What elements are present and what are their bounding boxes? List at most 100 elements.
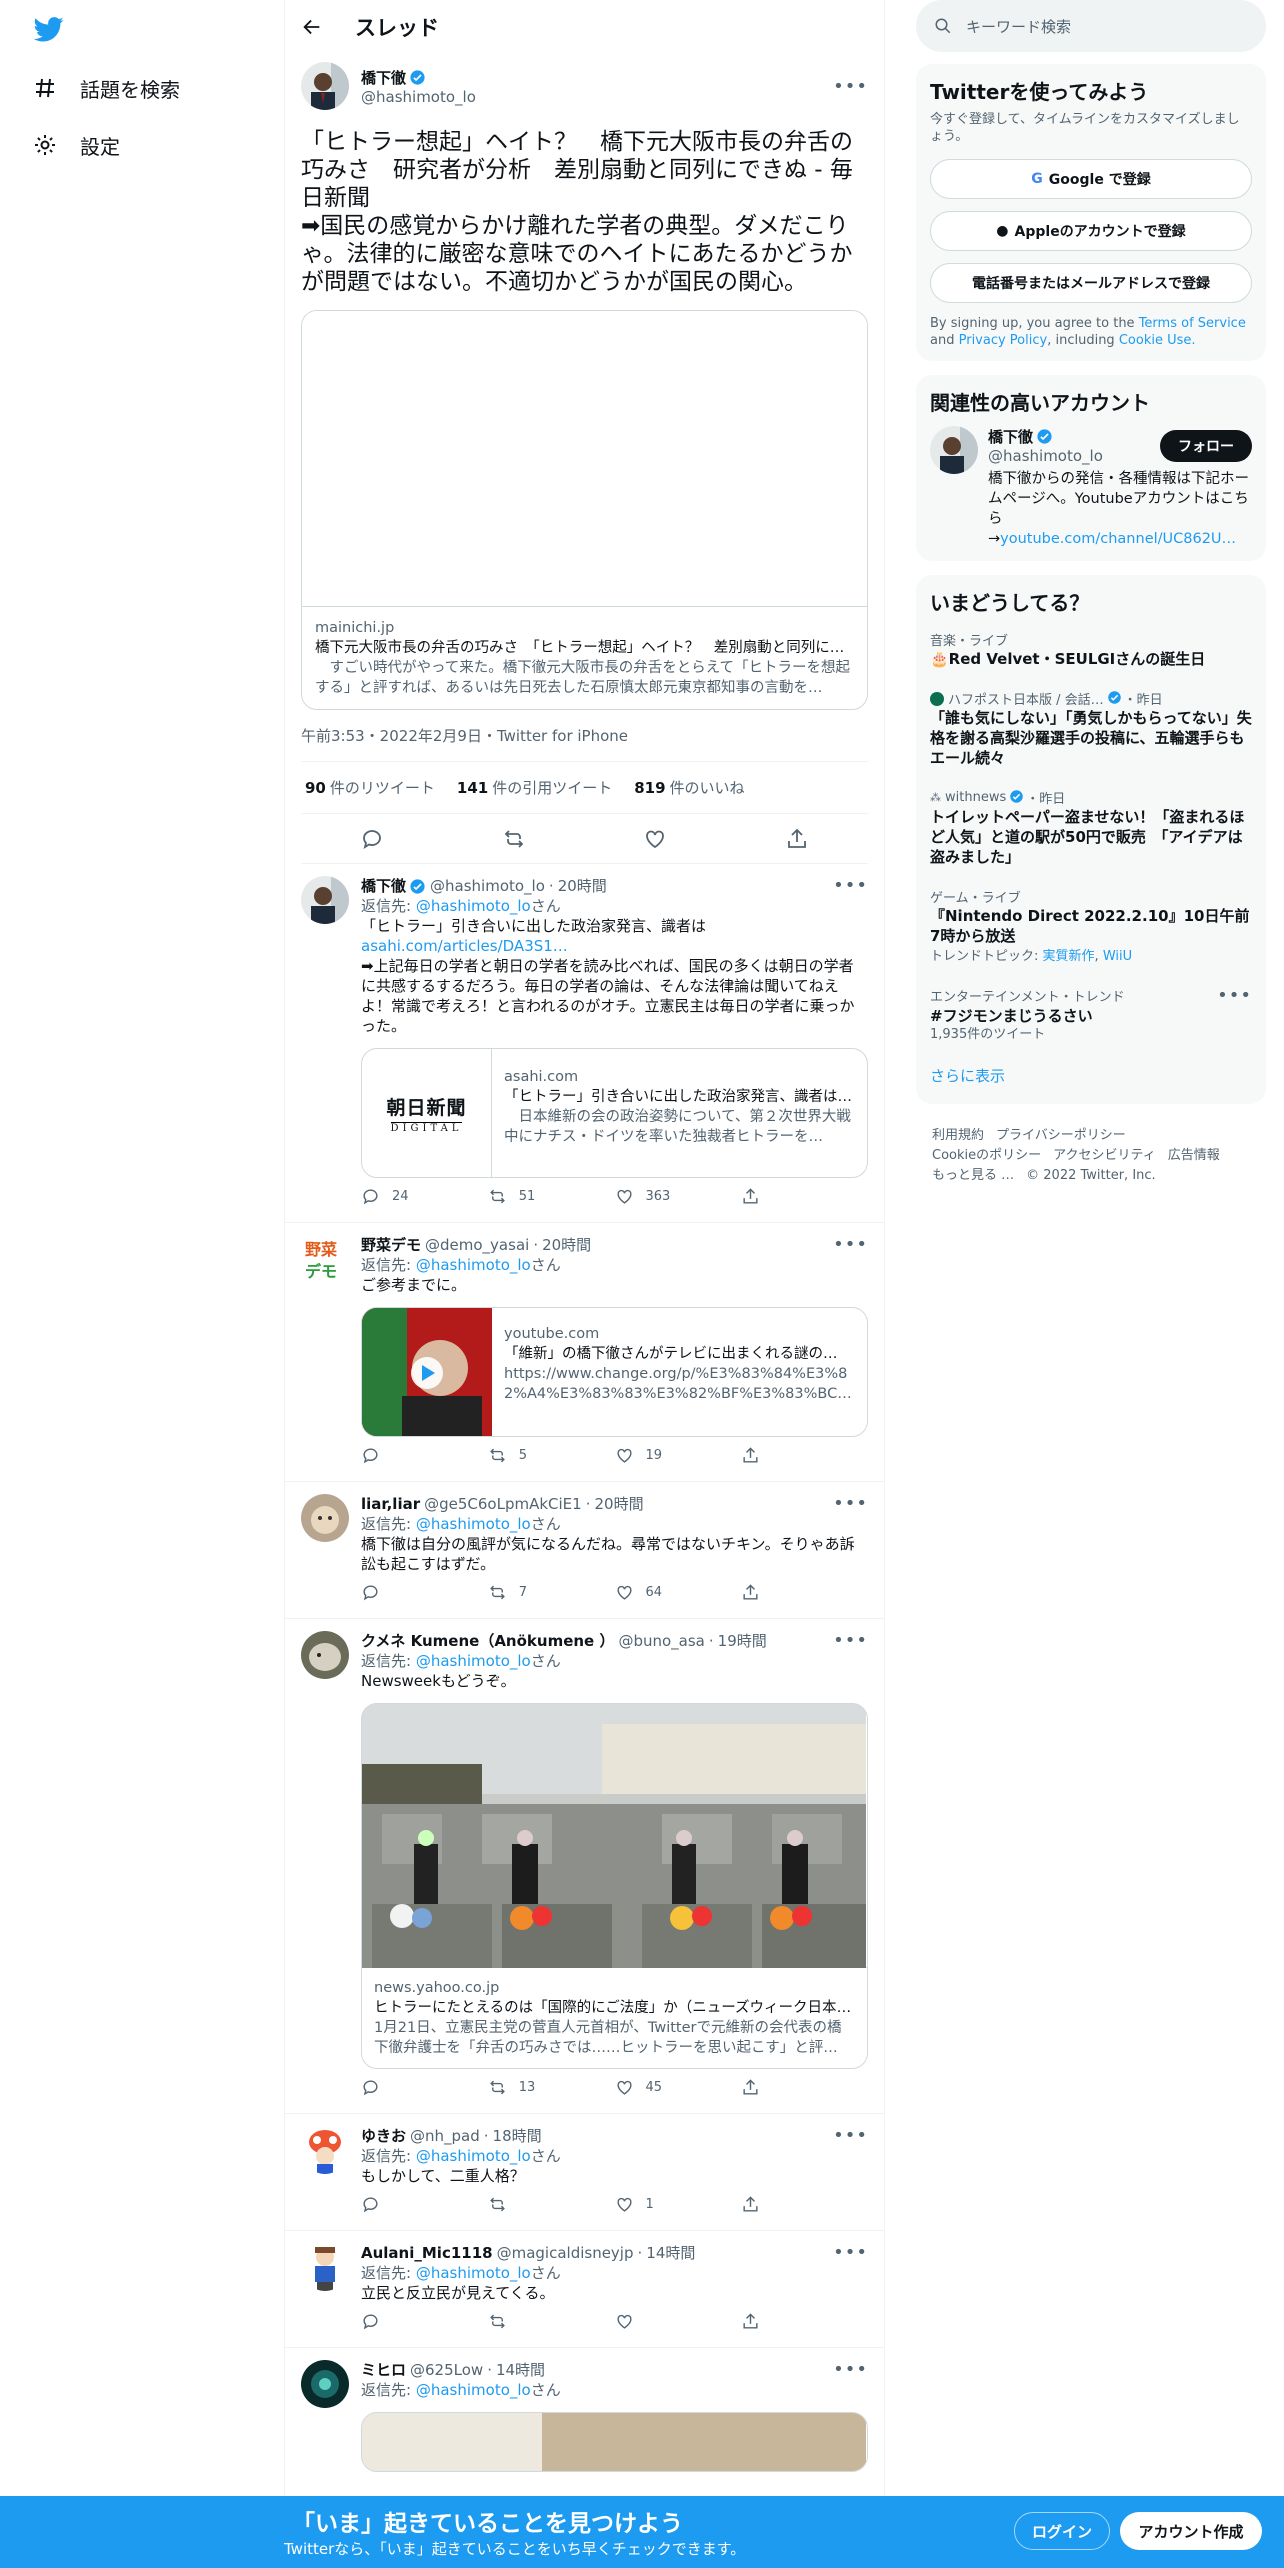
reply-author-handle[interactable]: @magicaldisneyjp	[497, 2243, 634, 2263]
back-arrow-icon[interactable]	[301, 16, 323, 38]
signup-button[interactable]: アカウント作成	[1120, 2512, 1262, 2550]
like-button[interactable]	[615, 2312, 742, 2331]
reply-author-handle[interactable]: @hashimoto_lo	[430, 876, 545, 896]
google-signup-button[interactable]: G Google で登録	[930, 159, 1252, 199]
footer-link[interactable]: アクセシビリティ	[1053, 1148, 1156, 1163]
reply-time[interactable]: 18時間	[493, 2126, 542, 2146]
share-icon[interactable]	[785, 827, 809, 851]
quote-count[interactable]: 141 件の引用ツイート	[457, 777, 612, 798]
reply-author-handle[interactable]: @ge5C6oLpmAkCiE1	[424, 1494, 582, 1514]
reply-tweet[interactable]: ゆきお @nh_pad · 18時間 ••• 返信先: @hashimoto_loさん …	[285, 2114, 884, 2231]
reply-to-link[interactable]: @hashimoto_lo	[416, 897, 531, 915]
reply-to-link[interactable]: @hashimoto_lo	[416, 2147, 531, 2165]
like-button[interactable]: 19	[615, 1446, 742, 1465]
retweet-button[interactable]: 5	[488, 1446, 615, 1465]
terms-link[interactable]: Terms of Service	[1139, 316, 1246, 331]
reply-author-name[interactable]: 野菜デモ	[361, 1235, 421, 1255]
link-card[interactable]: news.yahoo.co.jp ヒトラーにたとえるのは「国際的にご法度」か（ニ…	[361, 1703, 868, 2069]
footer-link[interactable]: もっと見る …	[932, 1168, 1014, 1183]
footer-link[interactable]: Cookieのポリシー	[932, 1148, 1041, 1163]
like-icon[interactable]	[643, 827, 667, 851]
reply-author-name[interactable]: クメネ Kumene（Anökumene ）	[361, 1631, 614, 1651]
footer-link[interactable]: 利用規約	[932, 1128, 984, 1143]
reply-to-link[interactable]: @hashimoto_lo	[416, 1256, 531, 1274]
reply-time[interactable]: 20時間	[542, 1235, 591, 1255]
reply-time[interactable]: 19時間	[718, 1631, 767, 1651]
reply-button[interactable]	[361, 2195, 488, 2214]
more-options-icon[interactable]: •••	[1217, 985, 1252, 1006]
privacy-link[interactable]: Privacy Policy	[959, 333, 1048, 348]
reply-button[interactable]	[361, 2312, 488, 2331]
reply-author-name[interactable]: Aulani_Mic1118	[361, 2243, 493, 2263]
trend-item[interactable]: 音楽・ライブ 🎂Red Velvet・SEULGIさんの誕生日	[930, 630, 1252, 669]
retweet-button[interactable]	[488, 2195, 615, 2214]
footer-link[interactable]: プライバシーポリシー	[996, 1128, 1126, 1143]
reply-icon[interactable]	[360, 827, 384, 851]
related-name[interactable]: 橋下徹	[988, 426, 1033, 447]
share-button[interactable]	[741, 2195, 868, 2214]
trend-topic-link[interactable]: WiiU	[1103, 949, 1132, 964]
like-button[interactable]: 363	[615, 1187, 742, 1206]
reply-button[interactable]: 24	[361, 1187, 488, 1206]
avatar[interactable]	[301, 1494, 349, 1542]
show-more-link[interactable]: さらに表示	[930, 1065, 1252, 1086]
retweet-button[interactable]: 13	[488, 2078, 615, 2097]
like-button[interactable]: 1	[615, 2195, 742, 2214]
share-button[interactable]	[741, 1187, 868, 1206]
more-options-icon[interactable]: •••	[833, 1631, 868, 1651]
avatar[interactable]: 野菜 デモ	[301, 1235, 349, 1283]
link-card[interactable]: youtube.com 「維新」の橋下徹さんがテレビに出まくれる謎の… http…	[361, 1307, 868, 1437]
link-card[interactable]: mainichi.jp 橋下元大阪市長の弁舌の巧みさ 「ヒトラー想起」ヘイト？ …	[301, 310, 868, 710]
more-options-icon[interactable]: •••	[833, 2360, 868, 2380]
apple-signup-button[interactable]: ● Appleのアカウントで登録	[930, 211, 1252, 251]
avatar[interactable]	[301, 2126, 349, 2174]
nav-explore[interactable]: 話題を検索	[32, 68, 180, 108]
author-name[interactable]: 橋下徹	[361, 67, 406, 88]
more-options-icon[interactable]: •••	[833, 76, 868, 97]
reply-tweet[interactable]: 橋下徹 @hashimoto_lo · 20時間 ••• 返信先: @hashimoto…	[285, 864, 884, 1223]
reply-time[interactable]: 14時間	[496, 2360, 545, 2380]
reply-author-name[interactable]: ミヒロ	[361, 2360, 406, 2380]
reply-author-name[interactable]: liar,liar	[361, 1494, 420, 1514]
avatar[interactable]	[301, 2360, 349, 2408]
reply-to-link[interactable]: @hashimoto_lo	[416, 2264, 531, 2282]
more-options-icon[interactable]: •••	[833, 876, 868, 896]
trend-item[interactable]: ゲーム・ライブ 『Nintendo Direct 2022.2.10』10日午前…	[930, 887, 1252, 965]
trend-item[interactable]: ハフポスト日本版 / 会話… ・昨日 「誰も気にしない」「勇気しかもらってない」失…	[930, 689, 1252, 768]
reply-time[interactable]: 20時間	[594, 1494, 643, 1514]
retweet-button[interactable]: 7	[488, 1583, 615, 1602]
nav-settings[interactable]: 設定	[32, 125, 120, 165]
follow-button[interactable]: フォロー	[1160, 430, 1252, 462]
retweet-icon[interactable]	[502, 827, 526, 851]
avatar[interactable]	[301, 876, 349, 924]
like-count[interactable]: 819 件のいいね	[634, 777, 744, 798]
trend-topic-link[interactable]: 実質新作	[1043, 949, 1095, 964]
avatar[interactable]	[930, 426, 978, 474]
reply-to-link[interactable]: @hashimoto_lo	[416, 1652, 531, 1670]
reply-author-handle[interactable]: @nh_pad	[410, 2126, 480, 2146]
reply-tweet[interactable]: クメネ Kumene（Anökumene ） @buno_asa · 19時間 ••• …	[285, 1619, 884, 2114]
reply-tweet[interactable]: Aulani_Mic1118 @magicaldisneyjp · 14時間 ••• 返…	[285, 2231, 884, 2348]
search-input[interactable]: キーワード検索	[916, 0, 1266, 52]
footer-link[interactable]: 広告情報	[1168, 1148, 1220, 1163]
trend-item[interactable]: ⁂ withnews ・昨日 トイレットペーパー盗ませない！「盗まれるほど人気」と道…	[930, 788, 1252, 867]
reply-author-handle[interactable]: @buno_asa	[618, 1631, 704, 1651]
tweet-timestamp[interactable]: 午前3:53・2022年2月9日・Twitter for iPhone	[301, 710, 868, 762]
like-button[interactable]: 45	[615, 2078, 742, 2097]
reply-time[interactable]: 14時間	[646, 2243, 695, 2263]
author-handle[interactable]: @hashimoto_lo	[361, 88, 476, 106]
reply-time[interactable]: 20時間	[558, 876, 607, 896]
reply-button[interactable]	[361, 1583, 488, 1602]
reply-button[interactable]	[361, 2078, 488, 2097]
reply-author-handle[interactable]: @demo_yasai	[425, 1235, 529, 1255]
reply-author-name[interactable]: ゆきお	[361, 2126, 406, 2146]
avatar[interactable]	[301, 62, 349, 110]
retweet-button[interactable]	[488, 2312, 615, 2331]
avatar[interactable]	[301, 2243, 349, 2291]
share-button[interactable]	[741, 2312, 868, 2331]
more-options-icon[interactable]: •••	[833, 1494, 868, 1514]
trend-item[interactable]: エンターテインメント・トレンド ••• #フジモンまじうるさい 1,935件のツイ…	[930, 985, 1252, 1043]
reply-author-handle[interactable]: @625Low	[410, 2360, 483, 2380]
reply-to-link[interactable]: @hashimoto_lo	[416, 2381, 531, 2399]
more-options-icon[interactable]: •••	[833, 2126, 868, 2146]
